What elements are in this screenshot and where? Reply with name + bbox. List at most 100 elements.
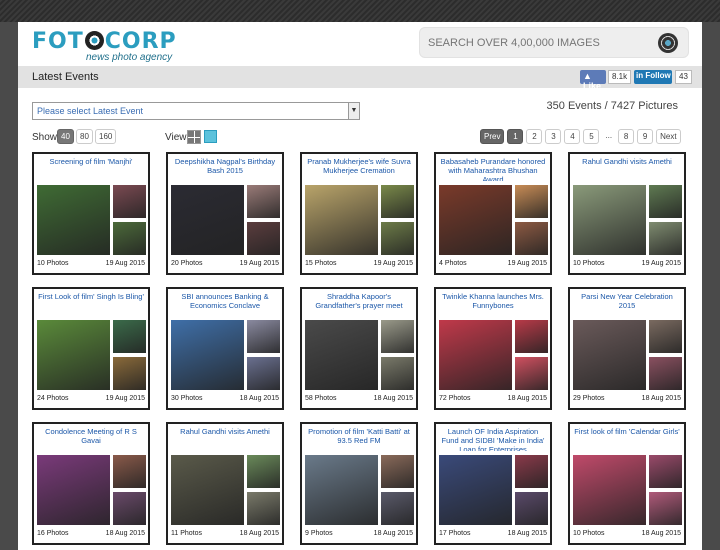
event-thumbnail-side[interactable] xyxy=(113,185,146,218)
event-thumbnail-main[interactable] xyxy=(573,185,646,255)
event-card[interactable]: Pranab Mukherjee's wife Suvra Mukherjee … xyxy=(300,152,418,275)
event-thumbnail-main[interactable] xyxy=(573,455,646,525)
event-card[interactable]: Shraddha Kapoor's Grandfather's prayer m… xyxy=(300,287,418,410)
event-thumbnail-main[interactable] xyxy=(573,320,646,390)
event-title[interactable]: First Look of film' Singh Is Bling' xyxy=(37,292,145,316)
chevron-down-icon[interactable]: ▼ xyxy=(348,103,359,119)
event-thumbnail-side[interactable] xyxy=(113,320,146,353)
event-thumbnail-side[interactable] xyxy=(515,185,548,218)
event-thumbnail-side[interactable] xyxy=(113,222,146,255)
event-thumbnail-side[interactable] xyxy=(247,357,280,390)
event-thumbnail-main[interactable] xyxy=(37,185,110,255)
site-logo[interactable]: FOT CORP news photo agency xyxy=(32,30,177,64)
event-card[interactable]: Rahul Gandhi visits Amethi 10 Photos 19 Au… xyxy=(568,152,686,275)
event-title[interactable]: Rahul Gandhi visits Amethi xyxy=(573,157,681,181)
event-thumbnail-main[interactable] xyxy=(305,185,378,255)
event-thumbnail-main[interactable] xyxy=(37,455,110,525)
event-thumbnail-side[interactable] xyxy=(247,185,280,218)
event-card[interactable]: First look of film 'Calendar Girls' 10 Ph… xyxy=(568,422,686,545)
event-thumbnail-main[interactable] xyxy=(305,320,378,390)
event-title[interactable]: Deepshikha Nagpal's Birthday Bash 2015 xyxy=(171,157,279,181)
page-8-button[interactable]: 8 xyxy=(618,129,635,144)
event-title[interactable]: First look of film 'Calendar Girls' xyxy=(573,427,681,451)
event-thumbnail-side[interactable] xyxy=(247,492,280,525)
event-thumbnail-main[interactable] xyxy=(171,455,244,525)
search-input[interactable] xyxy=(428,34,648,52)
latest-event-select[interactable]: Please select Latest Event ▼ xyxy=(32,102,360,120)
event-thumbnail-main[interactable] xyxy=(37,320,110,390)
event-card[interactable]: Launch OF India Aspiration Fund and SIDB… xyxy=(434,422,552,545)
event-thumbnail-side[interactable] xyxy=(247,222,280,255)
grid-view-icon[interactable] xyxy=(187,130,201,144)
event-thumbnail-side[interactable] xyxy=(113,492,146,525)
page-3-button[interactable]: 3 xyxy=(545,129,562,144)
event-card[interactable]: Parsi New Year Celebration 2015 29 Photos… xyxy=(568,287,686,410)
event-thumbnail-side[interactable] xyxy=(381,320,414,353)
event-thumbnail-main[interactable] xyxy=(439,185,512,255)
event-card[interactable]: Screening of film 'Manjhi' 10 Photos 19 Au… xyxy=(32,152,150,275)
event-thumbnail-side[interactable] xyxy=(515,492,548,525)
event-title[interactable]: Parsi New Year Celebration 2015 xyxy=(573,292,681,316)
page-4-button[interactable]: 4 xyxy=(564,129,581,144)
event-thumbnail-side[interactable] xyxy=(515,455,548,488)
search-icon[interactable] xyxy=(658,33,678,53)
event-thumbnail-side[interactable] xyxy=(515,320,548,353)
event-thumbnail-side[interactable] xyxy=(247,320,280,353)
linkedin-follow-button[interactable]: in Follow xyxy=(634,70,672,84)
event-title[interactable]: Twinkle Khanna launches Mrs. Funnybones xyxy=(439,292,547,316)
event-title[interactable]: Pranab Mukherjee's wife Suvra Mukherjee … xyxy=(305,157,413,181)
event-thumbnail-side[interactable] xyxy=(515,357,548,390)
event-thumbnail-side[interactable] xyxy=(649,357,682,390)
page-9-button[interactable]: 9 xyxy=(637,129,654,144)
event-card[interactable]: First Look of film' Singh Is Bling' 24 Ph… xyxy=(32,287,150,410)
next-page-button[interactable]: Next xyxy=(656,129,681,144)
show-160-button[interactable]: 160 xyxy=(95,129,117,144)
event-title[interactable]: SBI announces Banking & Economics Concla… xyxy=(171,292,279,316)
page-5-button[interactable]: 5 xyxy=(583,129,600,144)
event-thumbnail-side[interactable] xyxy=(381,185,414,218)
event-thumbnail-side[interactable] xyxy=(515,222,548,255)
event-thumbnail-side[interactable] xyxy=(381,222,414,255)
event-title[interactable]: Condolence Meeting of R S Gavai xyxy=(37,427,145,451)
facebook-like-button[interactable]: ▲ Like xyxy=(580,70,606,91)
event-card[interactable]: Rahul Gandhi visits Amethi 11 Photos 18 Au… xyxy=(166,422,284,545)
event-title[interactable]: Babasaheb Purandare honored with Maharas… xyxy=(439,157,547,181)
event-thumbnail-side[interactable] xyxy=(381,357,414,390)
event-title[interactable]: Screening of film 'Manjhi' xyxy=(37,157,145,181)
event-title[interactable]: Launch OF India Aspiration Fund and SIDB… xyxy=(439,427,547,451)
show-40-button[interactable]: 40 xyxy=(57,129,74,144)
event-thumbnail-main[interactable] xyxy=(439,455,512,525)
event-thumbnail-main[interactable] xyxy=(171,320,244,390)
event-photo-count: 29 Photos xyxy=(573,395,605,402)
event-thumbnail-side[interactable] xyxy=(113,455,146,488)
event-card[interactable]: Twinkle Khanna launches Mrs. Funnybones 7… xyxy=(434,287,552,410)
event-card[interactable]: Promotion of film 'Katti Batti' at 93.5 … xyxy=(300,422,418,545)
event-thumbnail-main[interactable] xyxy=(171,185,244,255)
show-80-button[interactable]: 80 xyxy=(76,129,93,144)
event-thumbnail-side[interactable] xyxy=(649,320,682,353)
event-thumbnail-side[interactable] xyxy=(649,492,682,525)
event-thumbnail-side[interactable] xyxy=(113,357,146,390)
event-title[interactable]: Promotion of film 'Katti Batti' at 93.5 … xyxy=(305,427,413,451)
event-thumbnail-side[interactable] xyxy=(381,455,414,488)
event-thumbnail-side[interactable] xyxy=(247,455,280,488)
event-thumbnail-side[interactable] xyxy=(649,185,682,218)
page-2-button[interactable]: 2 xyxy=(526,129,543,144)
event-card[interactable]: Deepshikha Nagpal's Birthday Bash 2015 20… xyxy=(166,152,284,275)
page-1-button[interactable]: 1 xyxy=(507,129,524,144)
event-thumbnail-main[interactable] xyxy=(305,455,378,525)
event-date: 19 Aug 2015 xyxy=(641,260,681,267)
event-thumbnail-main[interactable] xyxy=(439,320,512,390)
event-title[interactable]: Rahul Gandhi visits Amethi xyxy=(171,427,279,451)
event-thumbnail-side[interactable] xyxy=(381,492,414,525)
event-card[interactable]: SBI announces Banking & Economics Concla… xyxy=(166,287,284,410)
event-card[interactable]: Babasaheb Purandare honored with Maharas… xyxy=(434,152,552,275)
event-thumbnail-side[interactable] xyxy=(649,455,682,488)
event-title[interactable]: Shraddha Kapoor's Grandfather's prayer m… xyxy=(305,292,413,316)
list-view-icon[interactable] xyxy=(204,130,217,143)
prev-page-button[interactable]: Prev xyxy=(480,129,505,144)
event-card[interactable]: Condolence Meeting of R S Gavai 16 Photos… xyxy=(32,422,150,545)
event-thumbnail-side[interactable] xyxy=(649,222,682,255)
event-photo-count: 17 Photos xyxy=(439,530,471,537)
event-photo-count: 16 Photos xyxy=(37,530,69,537)
